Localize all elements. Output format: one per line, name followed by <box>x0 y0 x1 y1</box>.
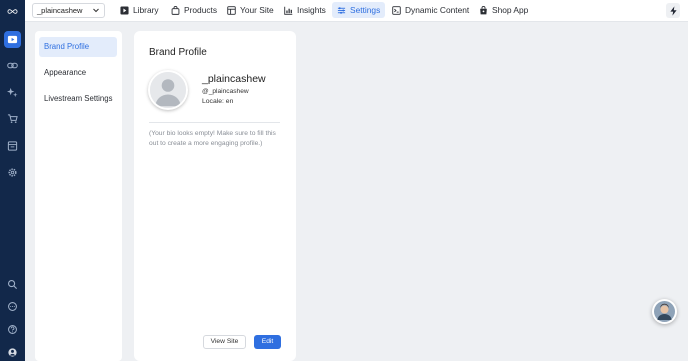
profile-handle: @_plaincashew <box>202 88 249 95</box>
gear-icon[interactable] <box>4 164 21 181</box>
nav-your-site[interactable]: Your Site <box>222 2 279 18</box>
top-nav-bar: _plaincashew Library Products Your Site … <box>25 0 688 22</box>
lightning-icon <box>669 5 677 16</box>
nav-dynamic-content[interactable]: Dynamic Content <box>387 2 474 18</box>
divider <box>149 122 280 123</box>
sliders-icon <box>337 6 346 14</box>
calendar-icon[interactable] <box>4 137 21 154</box>
nav-library[interactable]: Library <box>115 2 164 18</box>
nav-your-site-label: Your Site <box>240 5 274 15</box>
profile-username: _plaincashew <box>202 73 266 85</box>
brand-profile-card: Brand Profile _plaincashew @_plaincashew… <box>134 31 296 361</box>
help-icon[interactable] <box>4 321 21 338</box>
support-chat-button[interactable] <box>652 299 677 324</box>
profile-locale: Locale: en <box>202 98 234 105</box>
nav-library-label: Library <box>133 5 159 15</box>
nav-shop-app-label: Shop App <box>492 5 529 15</box>
bag-icon <box>171 5 180 15</box>
support-agent-avatar-icon <box>654 301 675 322</box>
sidebar-item-livestream-settings[interactable]: Livestream Settings <box>39 89 117 109</box>
infinity-logo-icon[interactable] <box>4 3 21 20</box>
layout-icon <box>227 5 236 15</box>
default-avatar-icon <box>150 72 186 108</box>
quick-actions-button[interactable] <box>666 3 680 18</box>
nav-settings[interactable]: Settings <box>332 2 386 18</box>
chart-icon <box>284 6 293 15</box>
nav-products[interactable]: Products <box>166 2 222 18</box>
account-switcher[interactable]: _plaincashew <box>32 3 105 18</box>
user-avatar-icon[interactable] <box>4 344 21 361</box>
chevron-down-icon <box>93 8 99 13</box>
shop-bag-icon <box>480 5 487 14</box>
nav-insights[interactable]: Insights <box>279 2 331 18</box>
sparkle-icon[interactable] <box>4 84 21 101</box>
nav-dynamic-content-label: Dynamic Content <box>405 5 470 15</box>
sidebar-item-brand-profile[interactable]: Brand Profile <box>39 37 117 57</box>
profile-bio: (Your bio looks empty! Make sure to fill… <box>149 130 276 147</box>
left-rail <box>0 0 25 361</box>
nav-shop-app[interactable]: Shop App <box>474 2 533 18</box>
terminal-icon <box>392 5 401 15</box>
account-name: _plaincashew <box>37 6 83 15</box>
nav-insights-label: Insights <box>297 5 326 15</box>
settings-sidebar: Brand Profile Appearance Livestream Sett… <box>35 31 122 361</box>
library-rail-icon[interactable] <box>4 31 21 48</box>
nav-products-label: Products <box>184 5 218 15</box>
card-title: Brand Profile <box>149 47 207 58</box>
link-icon[interactable] <box>4 57 21 74</box>
cart-icon[interactable] <box>4 110 21 127</box>
chat-icon[interactable] <box>4 298 21 315</box>
profile-avatar <box>148 70 188 110</box>
play-square-icon <box>120 5 129 15</box>
search-icon[interactable] <box>4 276 21 293</box>
nav-settings-label: Settings <box>350 5 381 15</box>
edit-button[interactable]: Edit <box>254 335 281 349</box>
sidebar-item-appearance[interactable]: Appearance <box>39 63 117 83</box>
view-site-button[interactable]: View Site <box>203 335 246 349</box>
